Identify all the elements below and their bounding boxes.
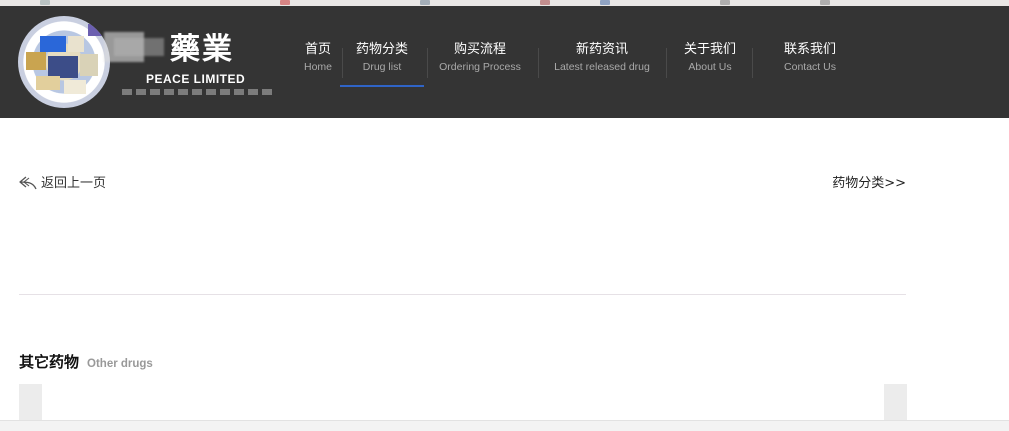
nav-label-cn: 药物分类 (355, 42, 408, 57)
back-link[interactable]: 返回上一页 (19, 172, 106, 191)
other-drugs-subtitle: Other drugs (87, 358, 153, 370)
other-drugs-title: 其它药物 (19, 353, 80, 371)
nav-label-en: About Us (688, 61, 732, 73)
page-bottom-edge (0, 420, 1009, 431)
blurred-bookmark (540, 0, 550, 5)
blurred-bookmark (820, 0, 830, 5)
nav-separator (427, 48, 428, 78)
content-divider (19, 294, 906, 295)
active-nav-indicator (340, 85, 424, 87)
nav-label-cn: 新药资讯 (575, 42, 628, 57)
nav-label-en: Contact Us (784, 61, 836, 73)
brand-name: 藥業 (170, 32, 234, 67)
site-logo[interactable]: 藥業 PEACE LIMITED (18, 16, 278, 108)
blurred-bookmark (600, 0, 610, 5)
nav-ordering-process[interactable]: 购买流程 Ordering Process (432, 41, 528, 97)
blurred-bookmark (420, 0, 430, 5)
blurred-bookmark (280, 0, 290, 5)
reply-arrow-icon (19, 176, 37, 190)
nav-about-us[interactable]: 关于我们 About Us (674, 41, 746, 97)
nav-home[interactable]: 首页 Home (292, 41, 344, 97)
nav-label-en: Ordering Process (439, 61, 521, 73)
nav-separator (538, 48, 539, 78)
blurred-bookmark (720, 0, 730, 5)
nav-label-cn: 购买流程 (453, 42, 506, 57)
carousel-prev-button[interactable] (19, 384, 42, 424)
other-drugs-heading: 其它药物 Other drugs (19, 351, 153, 372)
nav-label-cn: 关于我们 (683, 42, 736, 57)
nav-label-en: Drug list (362, 61, 402, 73)
blurred-bookmark (40, 0, 50, 5)
nav-separator (666, 48, 667, 78)
carousel-next-button[interactable] (884, 384, 907, 424)
nav-label-cn: 联系我们 (783, 42, 836, 57)
brand-tagline-blurred (122, 89, 272, 95)
drug-category-link[interactable]: 药物分类>> (832, 172, 906, 191)
nav-drug-list[interactable]: 药物分类 Drug list (340, 41, 424, 97)
site-header: 藥業 PEACE LIMITED 首页 Home 药物分类 Drug list … (0, 6, 1009, 118)
nav-label-cn: 首页 (304, 42, 331, 57)
back-label: 返回上一页 (41, 176, 107, 191)
brand-english-name: PEACE LIMITED (146, 72, 246, 86)
nav-latest-drugs[interactable]: 新药资讯 Latest released drug (546, 41, 658, 97)
nav-label-en: Home (303, 61, 332, 73)
logo-emblem (18, 16, 110, 108)
nav-separator (752, 48, 753, 78)
blurred-logo-part (114, 38, 164, 56)
nav-label-en: Latest released drug (554, 61, 650, 73)
nav-contact-us[interactable]: 联系我们 Contact Us (772, 41, 848, 97)
